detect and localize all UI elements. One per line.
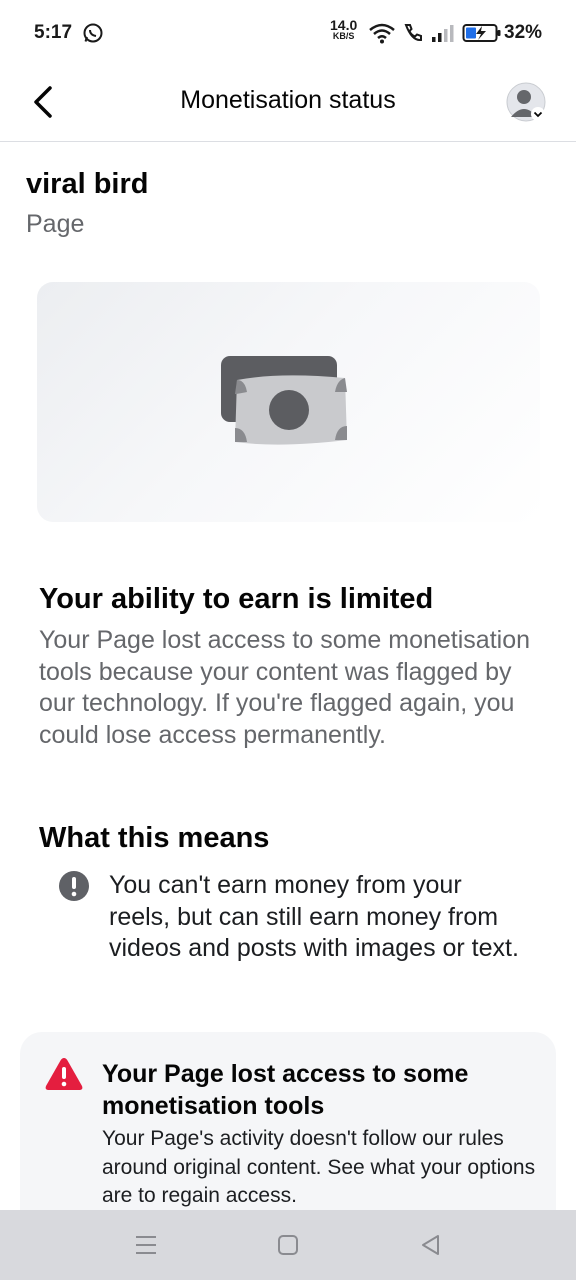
page-name: viral bird [26, 168, 149, 200]
exclamation-circle-icon [59, 871, 89, 901]
status-heading: Your ability to earn is limited [39, 583, 434, 615]
call-icon [404, 24, 422, 42]
list-item: You can't earn money from your reels, bu… [109, 871, 519, 962]
battery-icon [462, 24, 501, 42]
section-heading-what-this-means: What this means [39, 822, 270, 854]
access-warning-card[interactable]: Your Page lost access to some monetisati… [20, 1032, 556, 1232]
home-square-icon[interactable] [273, 1230, 303, 1260]
system-navigation-bar [0, 1210, 576, 1280]
page-type-label: Page [26, 210, 85, 238]
page-title: Monetisation status [180, 86, 396, 114]
network-speed: 14.0 KB/S [330, 18, 357, 41]
network-speed-unit: KB/S [332, 31, 355, 41]
warning-title: Your Page lost access to some monetisati… [102, 1060, 469, 1120]
money-bills-icon [221, 356, 347, 445]
status-bar: 5:17 14.0 KB/S 32% [0, 0, 576, 66]
warning-triangle-icon [45, 1058, 83, 1090]
wifi-icon [369, 23, 395, 44]
money-illustration-card [37, 282, 540, 522]
profile-avatar-icon[interactable] [505, 81, 547, 123]
warning-description: Your Page's activity doesn't follow our … [102, 1127, 536, 1207]
menu-icon[interactable] [131, 1230, 161, 1260]
whatsapp-icon [83, 23, 103, 43]
signal-icon [432, 25, 454, 42]
clock: 5:17 [34, 22, 73, 43]
status-description: Your Page lost access to some monetisati… [39, 626, 531, 749]
top-app-bar: Monetisation status [0, 66, 576, 142]
battery-percent: 32% [504, 22, 543, 43]
back-triangle-icon[interactable] [416, 1230, 446, 1260]
